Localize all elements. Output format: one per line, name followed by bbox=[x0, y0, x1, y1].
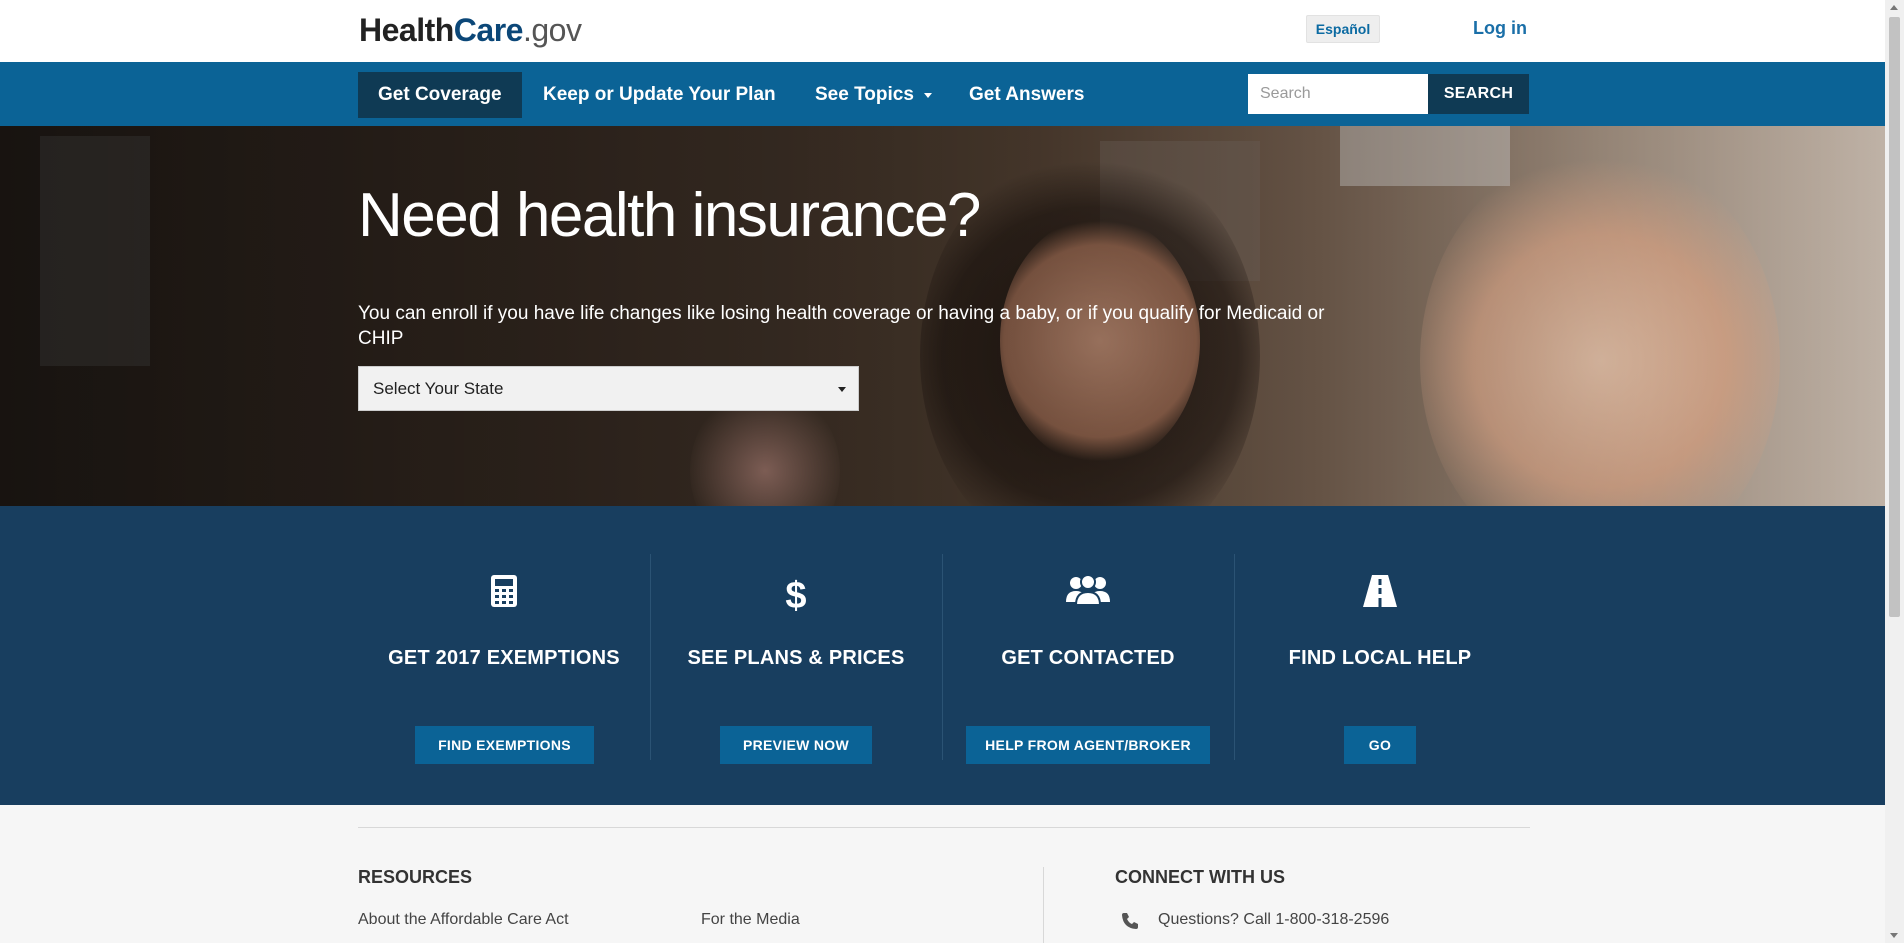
search-button[interactable]: SEARCH bbox=[1428, 74, 1529, 114]
chevron-down-icon bbox=[923, 92, 932, 98]
logo-care: Care bbox=[453, 12, 524, 48]
main-nav: Get Coverage Keep or Update Your Plan Se… bbox=[0, 62, 1885, 126]
action-title: FIND LOCAL HELP bbox=[1288, 647, 1472, 669]
quick-actions: GET 2017 EXEMPTIONS FIND EXEMPTIONS $ SE… bbox=[0, 506, 1885, 805]
site-logo[interactable]: HealthCare.gov bbox=[359, 10, 582, 50]
state-select-value: Select Your State bbox=[373, 378, 504, 398]
go-button[interactable]: GO bbox=[1344, 726, 1416, 764]
nav-item-label: See Topics bbox=[815, 84, 914, 105]
hero-banner: Need health insurance? You can enroll if… bbox=[0, 126, 1885, 506]
scroll-down-icon[interactable] bbox=[1890, 933, 1898, 938]
resource-link-media[interactable]: For the Media bbox=[701, 911, 800, 929]
road-icon bbox=[1234, 574, 1526, 614]
action-title: SEE PLANS & PRICES bbox=[687, 647, 905, 669]
search-input[interactable] bbox=[1248, 74, 1428, 114]
dollar-icon: $ bbox=[650, 574, 942, 614]
resources-heading: RESOURCES bbox=[358, 867, 473, 887]
nav-item-label: Keep or Update Your Plan bbox=[543, 84, 776, 105]
phone-link[interactable]: Questions? Call 1-800-318-2596 bbox=[1158, 911, 1389, 929]
action-title: GET 2017 EXEMPTIONS bbox=[388, 647, 620, 669]
logo-gov: .gov bbox=[522, 12, 582, 48]
phone-icon bbox=[1120, 911, 1140, 936]
calculator-icon bbox=[358, 574, 650, 614]
nav-item-label: Get Answers bbox=[969, 84, 1085, 105]
action-title: GET CONTACTED bbox=[1001, 647, 1175, 669]
footer-divider bbox=[358, 827, 1530, 828]
action-card-contacted: GET CONTACTED HELP FROM AGENT/BROKER bbox=[942, 554, 1234, 764]
action-card-local-help: FIND LOCAL HELP GO bbox=[1234, 554, 1526, 764]
scroll-up-icon[interactable] bbox=[1890, 5, 1898, 10]
nav-see-topics[interactable]: See Topics bbox=[795, 72, 952, 118]
login-link[interactable]: Log in bbox=[1473, 18, 1527, 39]
people-icon bbox=[942, 574, 1234, 614]
hero-description: You can enroll if you have life changes … bbox=[358, 303, 1325, 349]
connect-heading: CONNECT WITH US bbox=[1115, 867, 1285, 887]
chevron-down-icon bbox=[838, 387, 846, 392]
scrollbar-thumb[interactable] bbox=[1889, 17, 1900, 617]
hero-title: Need health insurance? bbox=[358, 181, 981, 250]
action-card-exemptions: GET 2017 EXEMPTIONS FIND EXEMPTIONS bbox=[358, 554, 650, 764]
state-select[interactable]: Select Your State bbox=[358, 366, 859, 411]
language-button[interactable]: Español bbox=[1306, 15, 1380, 43]
viewport: HealthCare.gov Español Log in Get Covera… bbox=[0, 0, 1885, 943]
nav-get-answers[interactable]: Get Answers bbox=[949, 72, 1104, 118]
preview-now-button[interactable]: PREVIEW NOW bbox=[720, 726, 872, 764]
page-scrollbar[interactable] bbox=[1885, 0, 1904, 943]
footer-column-divider bbox=[1043, 867, 1044, 943]
nav-keep-update-plan[interactable]: Keep or Update Your Plan bbox=[523, 72, 796, 118]
help-agent-broker-button[interactable]: HELP FROM AGENT/BROKER bbox=[966, 726, 1210, 764]
find-exemptions-button[interactable]: FIND EXEMPTIONS bbox=[415, 726, 594, 764]
action-card-plans: $ SEE PLANS & PRICES PREVIEW NOW bbox=[650, 554, 942, 764]
page: HealthCare.gov Español Log in Get Covera… bbox=[0, 0, 1904, 943]
nav-get-coverage[interactable]: Get Coverage bbox=[358, 72, 522, 118]
logo-health: Health bbox=[359, 12, 454, 48]
footer: RESOURCES About the Affordable Care Act … bbox=[0, 805, 1885, 943]
resource-link-aca[interactable]: About the Affordable Care Act bbox=[358, 911, 569, 929]
svg-text:$: $ bbox=[785, 575, 806, 614]
top-bar: HealthCare.gov Español Log in bbox=[0, 0, 1885, 62]
nav-item-label: Get Coverage bbox=[378, 84, 502, 105]
